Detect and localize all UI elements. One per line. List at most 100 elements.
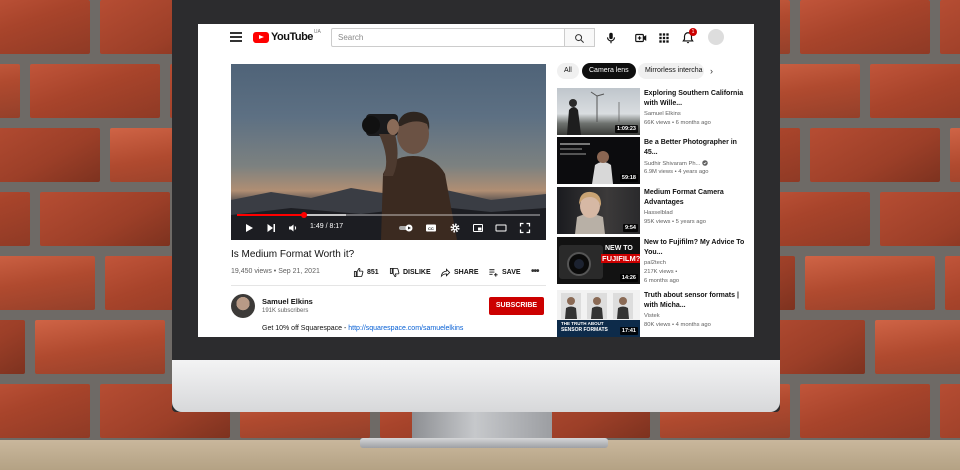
recommendation-title[interactable]: Truth about sensor formats | with Micha.…	[644, 291, 747, 311]
recommendation-title[interactable]: New to Fujifilm? My Advice To You...	[644, 238, 747, 258]
recommendation-thumbnail[interactable]: 9:54	[557, 187, 640, 234]
monitor-stand-base	[360, 438, 608, 448]
miniplayer-icon[interactable]	[472, 222, 484, 234]
recommendation-stats: 80K views • 4 months ago	[644, 322, 711, 328]
thumbs-up-icon	[353, 267, 364, 278]
video-duration: 17:41	[619, 327, 638, 335]
like-button[interactable]: 851	[353, 267, 379, 278]
recommendation-channel[interactable]: pal2tech	[644, 260, 666, 266]
fullscreen-icon[interactable]	[519, 222, 531, 234]
play-icon[interactable]	[243, 222, 255, 234]
recommendation-stats: 6.9M views • 4 years ago	[644, 169, 709, 175]
recommendation-channel-name: Sudhir Shivaram Ph...	[644, 161, 701, 167]
youtube-play-logo-icon	[253, 31, 269, 43]
next-video-icon[interactable]	[265, 222, 277, 234]
video-duration: 9:54	[622, 224, 638, 232]
chevron-right-icon[interactable]: ›	[710, 66, 713, 76]
user-avatar[interactable]	[708, 29, 724, 45]
share-arrow-icon	[440, 268, 451, 278]
description-link[interactable]: http://squarespace.com/samuelelkins	[348, 325, 463, 332]
recommendation-title[interactable]: Be a Better Photographer in 45...	[644, 138, 747, 158]
recommendation-channel[interactable]: Samuel Elkins	[644, 111, 681, 117]
subscribe-button[interactable]: SUBSCRIBE	[489, 297, 544, 315]
logo-region: UA	[313, 29, 321, 35]
more-actions-icon[interactable]: •••	[531, 266, 539, 277]
playlist-add-icon	[489, 269, 498, 277]
microphone-icon[interactable]	[604, 31, 618, 45]
create-video-icon[interactable]	[634, 31, 648, 45]
notification-badge: 1	[689, 28, 697, 36]
divider	[231, 285, 546, 286]
search-button[interactable]	[565, 28, 595, 47]
thumbnail-caption-line2: FUJIFILM?	[601, 254, 640, 263]
autoplay-toggle[interactable]	[398, 222, 416, 234]
youtube-logo[interactable]: YouTube UA	[253, 29, 321, 43]
video-meta: 19,450 views • Sep 21, 2021	[231, 268, 320, 275]
video-duration: 1:09:23	[615, 125, 638, 133]
current-time: 1:49	[310, 223, 324, 230]
save-label: SAVE	[502, 269, 521, 276]
recommendation-channel[interactable]: Sudhir Shivaram Ph...	[644, 160, 708, 167]
recommendation-thumbnail[interactable]: NEW TO FUJIFILM? 14:26	[557, 237, 640, 284]
like-count: 851	[367, 269, 379, 276]
upload-date: Sep 21, 2021	[278, 268, 320, 275]
recommendation-item[interactable]: THE TRUTH ABOUT SENSOR FORMATS 17:41 Tru…	[557, 290, 747, 337]
hamburger-menu-icon[interactable]	[230, 32, 242, 42]
notifications-button[interactable]: 1	[681, 28, 697, 45]
monitor-chin	[172, 360, 780, 412]
svg-text:CC: CC	[428, 226, 434, 231]
chip-camera-lens[interactable]: Camera lens	[582, 63, 636, 79]
search-input[interactable]: Search	[331, 28, 565, 47]
thumbnail-caption-line1: THE TRUTH ABOUT	[561, 321, 604, 326]
recommendation-item[interactable]: 1:09:23 Exploring Southern California wi…	[557, 88, 747, 136]
recommendation-item[interactable]: NEW TO FUJIFILM? 14:26 New to Fujifilm? …	[557, 237, 747, 285]
recommendation-title[interactable]: Medium Format Camera Advantages	[644, 188, 747, 208]
recommendation-stats: 66K views • 6 months ago	[644, 120, 711, 126]
channel-avatar[interactable]	[231, 294, 255, 318]
logo-text: YouTube	[271, 31, 313, 43]
share-button[interactable]: SHARE	[440, 267, 479, 278]
thumbs-down-icon	[389, 267, 400, 278]
recommendation-channel[interactable]: Hasselblad	[644, 210, 673, 216]
save-button[interactable]: SAVE	[488, 267, 521, 278]
dislike-label: DISLIKE	[403, 269, 431, 276]
verified-check-icon	[702, 160, 708, 166]
progress-fill	[237, 214, 304, 216]
recommendation-channel[interactable]: Vistek	[644, 313, 660, 319]
captions-icon[interactable]: CC	[425, 222, 437, 234]
apps-grid-icon[interactable]	[657, 31, 671, 45]
recommendation-stats: 95K views • 5 years ago	[644, 219, 706, 225]
recommendation-thumbnail[interactable]: 1:09:23	[557, 88, 640, 135]
video-description: Get 10% off Squarespace - http://squares…	[262, 325, 463, 332]
channel-name[interactable]: Samuel Elkins	[262, 297, 313, 306]
share-label: SHARE	[454, 269, 479, 276]
settings-gear-icon[interactable]	[449, 222, 461, 234]
total-duration: 8:17	[329, 223, 344, 230]
volume-icon[interactable]	[287, 222, 299, 234]
view-count: 19,450 views	[231, 268, 272, 275]
recommendation-stats-age: 6 months ago	[644, 278, 680, 284]
youtube-header: YouTube UA Search 1	[198, 24, 754, 52]
chip-mirrorless[interactable]: Mirrorless intercha	[638, 63, 704, 79]
video-player[interactable]: 1:49 / 8:17 CC	[231, 64, 546, 240]
recommendation-item[interactable]: 59:18 Be a Better Photographer in 45... …	[557, 137, 747, 185]
chip-all[interactable]: All	[557, 63, 579, 79]
scrubber-handle[interactable]	[300, 212, 307, 218]
subscriber-count: 191K subscribers	[262, 308, 309, 314]
video-duration: 14:26	[619, 274, 638, 282]
dislike-button[interactable]: DISLIKE	[389, 267, 431, 278]
recommendation-item[interactable]: 9:54 Medium Format Camera Advantages Has…	[557, 187, 747, 235]
recommendation-stats: 217K views •	[644, 269, 678, 275]
recommendation-thumbnail[interactable]: 59:18	[557, 137, 640, 184]
buffer-bar	[303, 214, 347, 216]
search-icon	[575, 34, 584, 43]
description-text: Get 10% off Squarespace -	[262, 325, 349, 332]
recommendation-thumbnail[interactable]: THE TRUTH ABOUT SENSOR FORMATS 17:41	[557, 290, 640, 337]
recommendation-title[interactable]: Exploring Southern California with Wille…	[644, 89, 747, 109]
theater-mode-icon[interactable]	[495, 222, 507, 234]
progress-bar[interactable]	[237, 212, 540, 218]
monitor-screen: YouTube UA Search 1 1:49 / 8:17 CC Is Me…	[198, 24, 754, 337]
thumbnail-caption-line2: SENSOR FORMATS	[561, 327, 608, 333]
time-display: 1:49 / 8:17	[310, 223, 344, 230]
video-title: Is Medium Format Worth it?	[231, 249, 355, 260]
